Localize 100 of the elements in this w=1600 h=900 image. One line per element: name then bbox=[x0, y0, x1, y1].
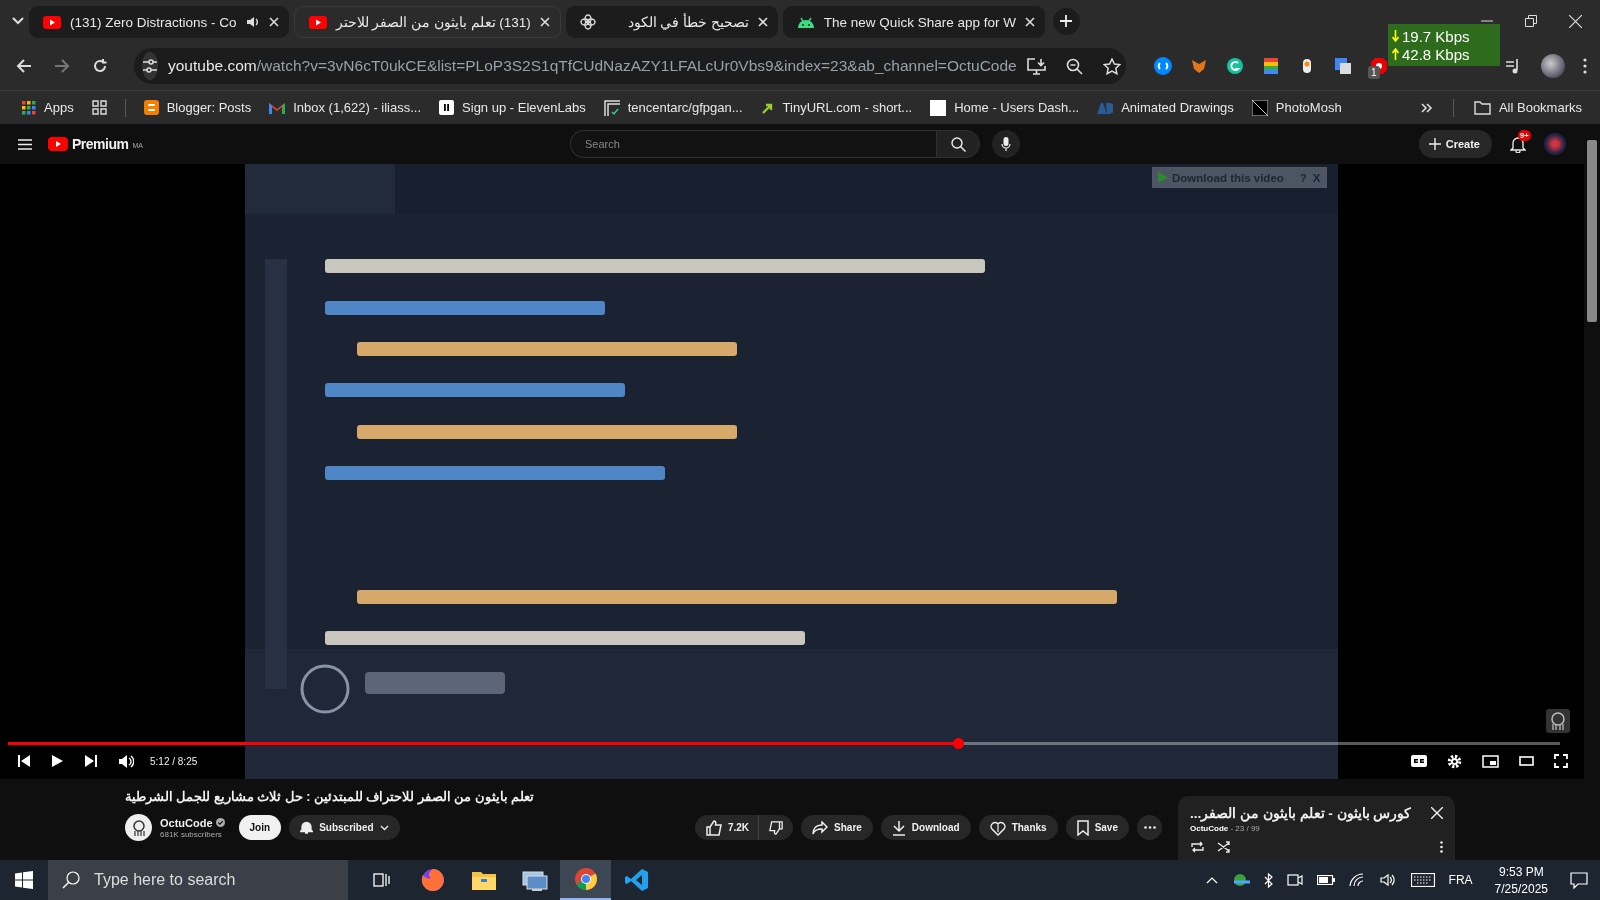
fox-browser-icon bbox=[420, 868, 445, 892]
voice-search-button[interactable] bbox=[992, 130, 1020, 158]
miniplayer-icon[interactable] bbox=[1482, 754, 1499, 768]
channel-avatar[interactable] bbox=[125, 814, 152, 841]
battery-icon[interactable] bbox=[1316, 875, 1335, 885]
notifications-icon[interactable] bbox=[1570, 871, 1588, 889]
thanks-button[interactable]: Thanks bbox=[978, 815, 1058, 840]
tune-icon[interactable] bbox=[142, 59, 158, 73]
next-icon[interactable] bbox=[85, 755, 97, 767]
theater-icon[interactable] bbox=[1519, 756, 1534, 766]
menu-icon[interactable] bbox=[18, 138, 32, 150]
chevrons-icon[interactable] bbox=[1420, 102, 1433, 113]
extension-icon[interactable] bbox=[1226, 57, 1244, 75]
play-icon[interactable] bbox=[52, 755, 63, 767]
channel-name[interactable]: OctuCode bbox=[160, 816, 213, 829]
star-icon[interactable] bbox=[1102, 57, 1121, 75]
diagonal-icon bbox=[1251, 99, 1268, 116]
shuffle-icon[interactable] bbox=[1217, 841, 1231, 853]
grid-icon[interactable] bbox=[91, 100, 107, 115]
browser-tab[interactable]: (131) تعلم بايثون من الصفر للاحتر bbox=[293, 6, 561, 38]
taskbar-search-field[interactable]: Type here to search bbox=[48, 860, 348, 900]
flower-icon bbox=[579, 14, 596, 30]
logo-icon[interactable] bbox=[48, 137, 68, 151]
bookmark-link[interactable]: Animated Drawings bbox=[1097, 100, 1234, 115]
join-button[interactable]: Join bbox=[238, 815, 282, 840]
thumbs-up-icon bbox=[705, 819, 722, 836]
browser-tab[interactable]: (131) Zero Distractions - Co bbox=[29, 6, 289, 38]
network-icon[interactable] bbox=[1231, 872, 1250, 888]
zoom-out-icon[interactable] bbox=[1065, 57, 1083, 75]
settings-icon[interactable] bbox=[1447, 753, 1462, 769]
captions-icon[interactable] bbox=[1411, 755, 1427, 767]
extension-icon[interactable] bbox=[1262, 57, 1280, 75]
share-button[interactable]: Share bbox=[801, 815, 873, 840]
close-icon[interactable] bbox=[1569, 14, 1582, 28]
bookmark-link[interactable]: Sign up - ElevenLabs bbox=[439, 100, 586, 115]
chevron-up-icon[interactable] bbox=[1205, 876, 1218, 884]
address-bar[interactable]: youtube.com/watch?v=3vN6cT0ukCE&list=PLoP3S2S1qTfCUdNazAZY1LFALcUr0Vbs9&index=23&ab_channel=OctuCode bbox=[134, 48, 1126, 84]
logo-text[interactable]: Premium bbox=[72, 136, 129, 152]
reload-icon[interactable] bbox=[92, 58, 108, 74]
keyboard-icon[interactable] bbox=[1410, 873, 1435, 887]
account-avatar[interactable] bbox=[1544, 133, 1566, 155]
search-field[interactable]: Search bbox=[570, 130, 936, 158]
apps-icon bbox=[22, 100, 36, 115]
device-icon[interactable] bbox=[1286, 873, 1303, 887]
close-icon[interactable] bbox=[1431, 807, 1443, 819]
bookmark-link[interactable]: Home - Users Dash... bbox=[930, 99, 1080, 116]
download-button[interactable]: Download bbox=[880, 815, 971, 840]
search-input[interactable]: Type here to search bbox=[92, 870, 336, 890]
folder-icon[interactable] bbox=[1473, 100, 1491, 115]
loop-icon[interactable] bbox=[1190, 841, 1205, 853]
bookmark-link[interactable]: PhotoMosh bbox=[1251, 99, 1342, 116]
language-indicator[interactable]: FRA bbox=[1448, 873, 1473, 887]
bookmark-link[interactable]: Blogger: Posts bbox=[143, 100, 252, 115]
extension-icon[interactable] bbox=[1334, 57, 1352, 75]
bookmark-link[interactable]: tencentarc/gfpgan... bbox=[603, 99, 743, 116]
subscribed-button[interactable]: Subscribed bbox=[289, 815, 400, 840]
new-tab-button[interactable] bbox=[1052, 7, 1080, 35]
volume-icon[interactable] bbox=[119, 754, 134, 768]
pause-icon bbox=[439, 100, 455, 115]
restore-icon[interactable] bbox=[1525, 15, 1537, 27]
install-icon[interactable] bbox=[1026, 57, 1046, 75]
bookmark-link[interactable]: TinyURL.com - short... bbox=[760, 100, 913, 115]
folder-icon bbox=[471, 870, 496, 890]
progress-handle[interactable] bbox=[952, 738, 964, 749]
bookmark-link[interactable]: Apps bbox=[22, 100, 74, 115]
microphone-icon bbox=[1001, 137, 1011, 151]
close-icon[interactable] bbox=[539, 17, 550, 27]
chrome-icon bbox=[573, 867, 598, 891]
more-button[interactable] bbox=[1137, 815, 1162, 840]
bookmark-link[interactable]: Inbox (1,622) - iliass... bbox=[269, 100, 422, 115]
speaker-icon[interactable] bbox=[245, 15, 260, 29]
bookmark-folder[interactable]: All Bookmarks bbox=[1473, 100, 1582, 115]
wifi-icon[interactable] bbox=[1348, 873, 1366, 887]
playlist-title[interactable]: كورس بايثون - تعلم بايثون من الصفر... bbox=[1190, 805, 1412, 821]
clock[interactable]: 9:53 PM 7/25/2025 bbox=[1494, 864, 1548, 896]
browser-tab[interactable]: تصحيح خطأ في الكود bbox=[565, 6, 778, 38]
close-icon[interactable] bbox=[268, 17, 279, 27]
forward-icon[interactable] bbox=[54, 58, 70, 74]
scrollbar-thumb[interactable] bbox=[1587, 140, 1597, 322]
back-icon[interactable] bbox=[16, 58, 32, 74]
previous-icon[interactable] bbox=[18, 755, 30, 767]
save-button[interactable]: Save bbox=[1065, 815, 1129, 840]
volume-icon[interactable] bbox=[1379, 873, 1397, 887]
caret-icon[interactable] bbox=[12, 17, 24, 25]
create-button[interactable]: Create bbox=[1418, 130, 1492, 158]
close-icon[interactable] bbox=[757, 17, 768, 27]
video-title: تعلم بايثون من الصفر للاحتراف للمبتدئين : حل ثلاث مشاريع للجمل الشرطية bbox=[125, 789, 536, 804]
watermark-icon[interactable] bbox=[1546, 709, 1570, 733]
menu-icon[interactable] bbox=[1583, 58, 1587, 74]
more-icon[interactable] bbox=[1440, 841, 1443, 853]
close-icon[interactable] bbox=[1024, 17, 1035, 27]
frame-icon bbox=[603, 99, 620, 116]
bluetooth-icon[interactable] bbox=[1263, 872, 1273, 888]
fullscreen-icon[interactable] bbox=[1554, 754, 1568, 768]
browser-tab[interactable]: The new Quick Share app for W bbox=[782, 6, 1045, 38]
taskbar-app[interactable] bbox=[560, 860, 611, 900]
extension-icon[interactable] bbox=[1154, 57, 1172, 75]
profile-avatar[interactable] bbox=[1541, 54, 1565, 78]
search-input[interactable]: Search bbox=[583, 137, 924, 151]
search-button[interactable] bbox=[936, 130, 980, 158]
